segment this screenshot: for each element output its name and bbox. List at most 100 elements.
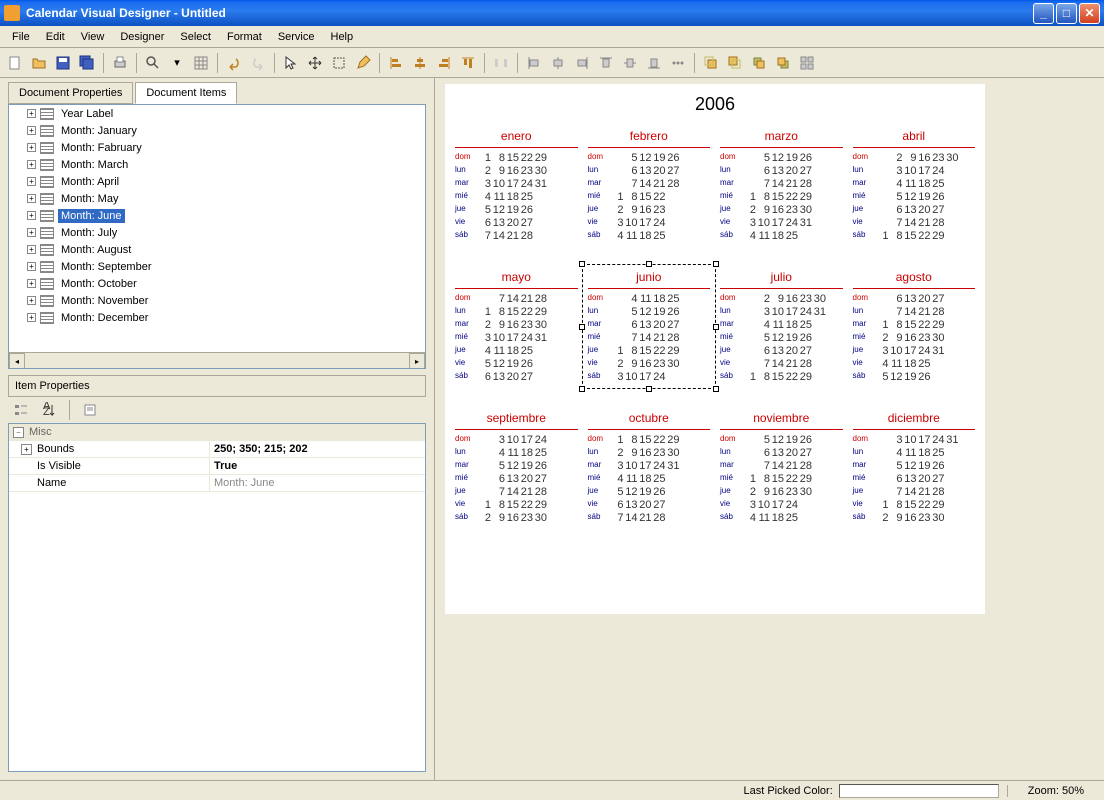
design-canvas[interactable]: 2006 enerodom18152229lun29162330mar31017… <box>435 78 1104 780</box>
selection-handle[interactable] <box>713 261 719 267</box>
prop-row-bounds[interactable]: Bounds 250; 350; 215; 202 <box>9 441 425 458</box>
prop-value[interactable]: 250; 350; 215; 202 <box>209 441 425 457</box>
tab-document-items[interactable]: Document Items <box>135 82 237 104</box>
expand-icon[interactable]: + <box>27 160 36 169</box>
prop-row-name[interactable]: Name Month: June <box>9 475 425 492</box>
tree-item[interactable]: + Month: March <box>9 156 425 173</box>
alphabetical-icon[interactable]: AZ <box>38 399 60 421</box>
tree-item-label[interactable]: Month: June <box>58 209 125 223</box>
tree-item-label[interactable]: Year Label <box>58 107 116 121</box>
tree[interactable]: + Year Label + Month: January+Month: Fabrua… <box>8 104 426 369</box>
align-obj-bottom-icon[interactable] <box>643 52 665 74</box>
tree-item[interactable]: + Month: June <box>9 207 425 224</box>
prop-category-misc[interactable]: Misc <box>9 424 425 441</box>
month-block[interactable]: noviembredom5121926lun6132027mar7142128m… <box>720 411 843 524</box>
expand-icon[interactable]: + <box>27 296 36 305</box>
property-grid[interactable]: Misc Bounds 250; 350; 215; 202 Is Visibl… <box>8 423 426 772</box>
align-right-icon[interactable] <box>433 52 455 74</box>
selection-handle[interactable] <box>579 386 585 392</box>
tree-item[interactable]: + Month: January <box>9 122 425 139</box>
tree-item-label[interactable]: Month: December <box>58 311 151 325</box>
menu-select[interactable]: Select <box>172 29 219 45</box>
tree-item[interactable]: +Month: August <box>9 241 425 258</box>
new-icon[interactable] <box>4 52 26 74</box>
selection-handle[interactable] <box>713 324 719 330</box>
grid-icon[interactable] <box>190 52 212 74</box>
align-obj-right-icon[interactable] <box>571 52 593 74</box>
select-rect-icon[interactable] <box>328 52 350 74</box>
bring-forward-icon[interactable] <box>748 52 770 74</box>
tree-item-label[interactable]: Month: September <box>58 260 155 274</box>
selection-handle[interactable] <box>713 386 719 392</box>
close-button[interactable]: ✕ <box>1079 3 1100 24</box>
distribute-icon[interactable] <box>667 52 689 74</box>
expand-icon[interactable]: + <box>27 228 36 237</box>
scroll-left-icon[interactable]: ◂ <box>9 353 25 369</box>
month-block[interactable]: mayodom7142128lun18152229mar29162330mié3… <box>455 270 578 383</box>
expand-icon[interactable]: + <box>27 126 36 135</box>
group-icon[interactable] <box>796 52 818 74</box>
prop-row-isvisible[interactable]: Is Visible True <box>9 458 425 475</box>
expand-icon[interactable]: + <box>27 211 36 220</box>
expand-icon[interactable]: + <box>27 245 36 254</box>
menu-view[interactable]: View <box>73 29 113 45</box>
tree-item-label[interactable]: Month: October <box>58 277 140 291</box>
pencil-icon[interactable] <box>352 52 374 74</box>
expand-icon[interactable]: + <box>27 194 36 203</box>
expand-icon[interactable]: + <box>27 109 36 118</box>
menu-file[interactable]: File <box>4 29 38 45</box>
tree-scrollbar[interactable]: ◂ ▸ <box>9 352 425 368</box>
selection-handle[interactable] <box>579 324 585 330</box>
align-center-h-icon[interactable] <box>409 52 431 74</box>
selection-handle[interactable] <box>646 261 652 267</box>
month-block[interactable]: marzodom5121926lun6132027mar7142128mié18… <box>720 129 843 242</box>
menu-designer[interactable]: Designer <box>112 29 172 45</box>
send-backward-icon[interactable] <box>772 52 794 74</box>
month-block[interactable]: juliodom29162330lun310172431mar4111825mi… <box>720 270 843 383</box>
menu-service[interactable]: Service <box>270 29 323 45</box>
tree-item-label[interactable]: Month: November <box>58 294 151 308</box>
tree-item-label[interactable]: Month: March <box>58 158 131 172</box>
align-obj-middle-icon[interactable] <box>619 52 641 74</box>
pointer-icon[interactable] <box>280 52 302 74</box>
tree-item[interactable]: +Month: December <box>9 309 425 326</box>
prop-value[interactable]: Month: June <box>209 475 425 491</box>
tree-item[interactable]: + Month: July <box>9 224 425 241</box>
bring-front-icon[interactable] <box>700 52 722 74</box>
year-title[interactable]: 2006 <box>445 94 985 115</box>
month-block[interactable]: abrildom29162330lun3101724mar4111825mié5… <box>853 129 976 242</box>
move-icon[interactable] <box>304 52 326 74</box>
align-obj-center-icon[interactable] <box>547 52 569 74</box>
month-block[interactable]: septiembredom3101724lun4111825mar5121926… <box>455 411 578 524</box>
tree-item[interactable]: + Month: November <box>9 292 425 309</box>
tree-item[interactable]: + Year Label <box>9 105 425 122</box>
month-block[interactable]: juniodom4111825lun5121926mar6132027mié71… <box>588 270 711 383</box>
tree-item-label[interactable]: Month: April <box>58 175 122 189</box>
tree-item[interactable]: +Month: Fabruary <box>9 139 425 156</box>
month-block[interactable]: agostodom6132027lun7142128mar18152229mié… <box>853 270 976 383</box>
page[interactable]: 2006 enerodom18152229lun29162330mar31017… <box>445 84 985 614</box>
month-block[interactable]: febrerodom5121926lun6132027mar7142128mié… <box>588 129 711 242</box>
menu-help[interactable]: Help <box>323 29 362 45</box>
undo-icon[interactable] <box>223 52 245 74</box>
tree-item-label[interactable]: Month: January <box>58 124 140 138</box>
zoom-dropdown-icon[interactable]: ▾ <box>166 52 188 74</box>
categorized-icon[interactable] <box>10 399 32 421</box>
redo-icon[interactable] <box>247 52 269 74</box>
tree-item[interactable]: + Month: September <box>9 258 425 275</box>
distribute-h-icon[interactable] <box>490 52 512 74</box>
expand-icon[interactable]: + <box>27 262 36 271</box>
align-left-icon[interactable] <box>385 52 407 74</box>
align-obj-left-icon[interactable] <box>523 52 545 74</box>
tree-item-label[interactable]: Month: July <box>58 226 120 240</box>
menu-edit[interactable]: Edit <box>38 29 73 45</box>
open-icon[interactable] <box>28 52 50 74</box>
month-block[interactable]: diciembredom310172431lun4111825mar512192… <box>853 411 976 524</box>
align-obj-top-icon[interactable] <box>595 52 617 74</box>
save-icon[interactable] <box>52 52 74 74</box>
expand-icon[interactable]: + <box>27 279 36 288</box>
print-icon[interactable] <box>109 52 131 74</box>
selection-handle[interactable] <box>646 386 652 392</box>
tree-item[interactable]: + Month: October <box>9 275 425 292</box>
last-color-swatch[interactable] <box>839 784 999 798</box>
